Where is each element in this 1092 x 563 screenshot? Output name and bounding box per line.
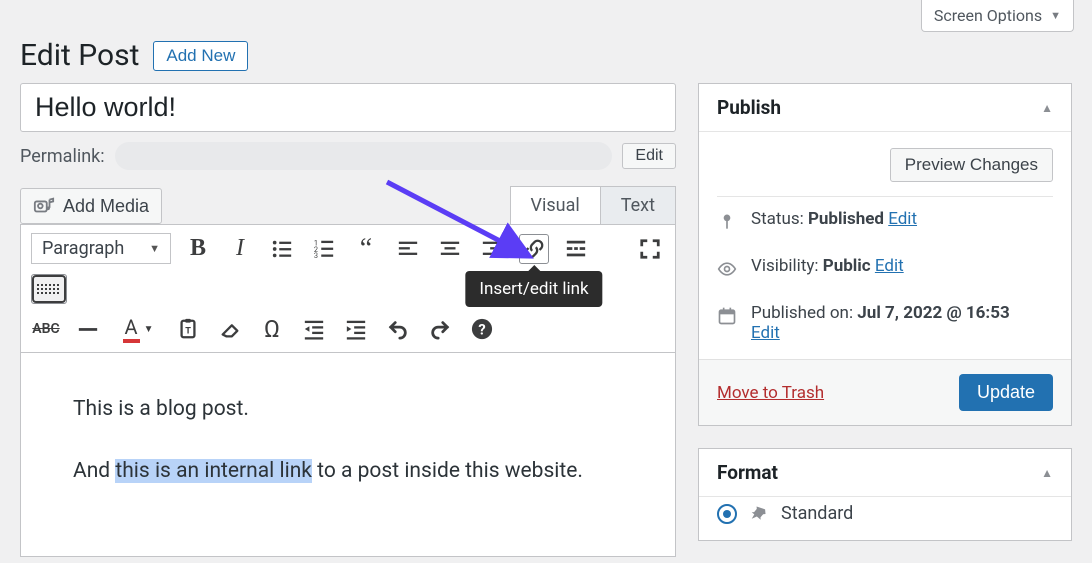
- calendar-icon: [717, 306, 737, 326]
- fullscreen-button[interactable]: [635, 234, 665, 264]
- bullet-list-icon: [271, 238, 293, 260]
- permalink-edit-button[interactable]: Edit: [622, 143, 676, 169]
- help-button[interactable]: ?: [467, 314, 497, 344]
- move-to-trash-link[interactable]: Move to Trash: [717, 383, 824, 403]
- edit-date-link[interactable]: Edit: [751, 323, 780, 343]
- eraser-icon: [219, 318, 241, 340]
- block-format-dropdown[interactable]: Paragraph ▼: [31, 233, 171, 264]
- toggle-box-icon[interactable]: ▲: [1041, 466, 1053, 480]
- camera-music-icon: [33, 195, 55, 217]
- numbered-list-button[interactable]: 123: [309, 234, 339, 264]
- toolbar-toggle-button[interactable]: [31, 274, 67, 304]
- edit-status-link[interactable]: Edit: [888, 209, 917, 229]
- format-standard-label: Standard: [781, 503, 853, 524]
- help-icon: ?: [471, 318, 493, 340]
- svg-text:?: ?: [478, 321, 485, 339]
- edit-visibility-link[interactable]: Edit: [875, 256, 904, 276]
- permalink-value-redacted: [115, 142, 613, 170]
- add-new-button[interactable]: Add New: [153, 41, 248, 71]
- editor-content[interactable]: This is a blog post. And this is an inte…: [20, 353, 676, 557]
- pin-icon: [749, 504, 769, 524]
- hr-icon: [77, 318, 99, 340]
- pin-icon: [717, 212, 737, 232]
- tab-text[interactable]: Text: [600, 186, 676, 224]
- screen-options-toggle[interactable]: Screen Options ▼: [921, 0, 1074, 32]
- numbered-list-icon: 123: [313, 238, 335, 260]
- preview-changes-button[interactable]: Preview Changes: [890, 148, 1053, 182]
- post-title-input[interactable]: [20, 83, 676, 132]
- block-format-label: Paragraph: [42, 238, 124, 259]
- clear-formatting-button[interactable]: [215, 314, 245, 344]
- permalink-label: Permalink:: [20, 146, 105, 167]
- svg-text:3: 3: [314, 251, 318, 260]
- tooltip-insert-link: Insert/edit link: [465, 271, 602, 307]
- update-button[interactable]: Update: [959, 374, 1053, 411]
- toggle-box-icon[interactable]: ▲: [1041, 101, 1053, 115]
- page-title: Edit Post: [20, 38, 139, 73]
- publish-box: Publish ▲ Preview Changes Status: Publis…: [698, 83, 1072, 426]
- redo-icon: [429, 318, 451, 340]
- text-color-button[interactable]: A ▼: [115, 314, 161, 344]
- read-more-icon: [565, 238, 587, 260]
- chevron-down-icon: ▼: [144, 324, 154, 335]
- content-paragraph: This is a blog post.: [73, 393, 623, 427]
- fullscreen-icon: [639, 238, 661, 260]
- indent-icon: [345, 318, 367, 340]
- bullet-list-button[interactable]: [267, 234, 297, 264]
- add-media-label: Add Media: [63, 196, 149, 217]
- selected-text: this is an internal link: [115, 459, 312, 483]
- horizontal-rule-button[interactable]: [73, 314, 103, 344]
- chevron-down-icon: ▼: [1050, 9, 1061, 22]
- insert-more-button[interactable]: [561, 234, 591, 264]
- paste-text-button[interactable]: T: [173, 314, 203, 344]
- content-paragraph: And this is an internal link to a post i…: [73, 455, 623, 489]
- annotation-arrow: [377, 172, 547, 272]
- format-box: Format ▲ Standard: [698, 448, 1072, 541]
- editor-toolbar: Paragraph ▼ B I 123 “: [20, 224, 676, 353]
- strikethrough-button[interactable]: ABC: [31, 314, 61, 344]
- add-media-button[interactable]: Add Media: [20, 188, 162, 224]
- eye-icon: [717, 259, 737, 279]
- format-standard-radio[interactable]: [717, 504, 737, 524]
- svg-text:T: T: [185, 327, 191, 337]
- publish-heading: Publish: [717, 96, 781, 119]
- outdent-icon: [303, 318, 325, 340]
- clipboard-icon: T: [177, 318, 199, 340]
- chevron-down-icon: ▼: [149, 242, 160, 255]
- outdent-button[interactable]: [299, 314, 329, 344]
- redo-button[interactable]: [425, 314, 455, 344]
- format-heading: Format: [717, 461, 778, 484]
- keyboard-icon: [32, 275, 66, 303]
- indent-button[interactable]: [341, 314, 371, 344]
- undo-button[interactable]: [383, 314, 413, 344]
- undo-icon: [387, 318, 409, 340]
- screen-options-label: Screen Options: [934, 6, 1042, 25]
- bold-button[interactable]: B: [183, 234, 213, 264]
- special-char-button[interactable]: Ω: [257, 314, 287, 344]
- italic-button[interactable]: I: [225, 234, 255, 264]
